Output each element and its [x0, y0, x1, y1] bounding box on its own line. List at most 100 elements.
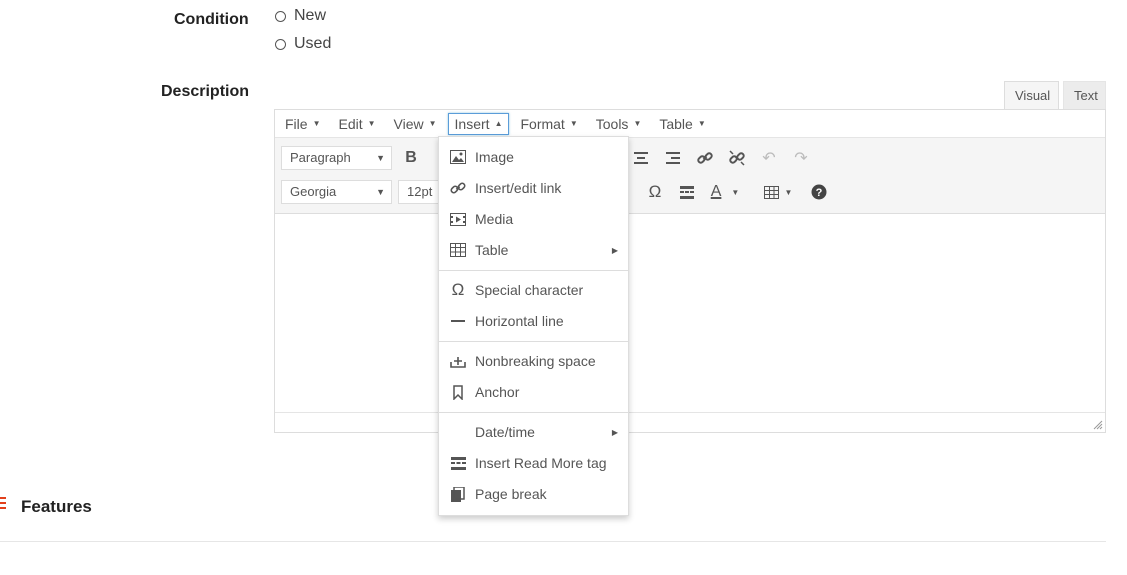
caret-down-icon: ▼	[312, 119, 321, 128]
bold-button[interactable]: B	[399, 146, 423, 170]
unlink-button[interactable]	[725, 146, 749, 170]
menu-tools[interactable]: Tools ▼	[589, 113, 649, 135]
unlink-icon	[729, 150, 745, 166]
caret-up-icon: ▲	[494, 119, 503, 128]
menu-item-label: Anchor	[475, 384, 520, 400]
menu-file-label: File	[285, 115, 308, 132]
help-icon: ?	[811, 184, 827, 200]
radio-button[interactable]	[275, 38, 286, 50]
bold-icon: B	[405, 149, 417, 166]
image-icon	[449, 148, 467, 166]
caret-down-icon: ▼	[569, 119, 578, 128]
radio-label-used: Used	[294, 35, 332, 52]
editor-toolbar: Paragraph ▼ B Georgia ▼ 12pt ↶ ↷ Ω A ▼ ▼…	[275, 138, 1105, 214]
submenu-arrow-icon: ▶	[611, 245, 618, 255]
menu-item-label: Insert Read More tag	[475, 455, 607, 471]
menu-item-date-time[interactable]: Date/time ▶	[439, 417, 628, 447]
special-char-button[interactable]: Ω	[643, 180, 667, 204]
menu-item-anchor[interactable]: Anchor	[439, 377, 628, 407]
page-break-icon	[449, 485, 467, 503]
menu-item-horizontal-line[interactable]: Horizontal line	[439, 306, 628, 336]
caret-down-icon: ▼	[376, 153, 385, 163]
caret-down-icon: ▼	[697, 119, 706, 128]
menu-separator	[439, 412, 628, 413]
submenu-arrow-icon: ▶	[611, 427, 618, 437]
menu-item-label: Table	[475, 242, 509, 258]
section-divider	[0, 541, 1106, 542]
align-right-icon	[666, 152, 680, 164]
description-label: Description	[161, 83, 250, 100]
editor-mode-tabs: Visual Text	[1004, 81, 1106, 109]
menu-item-label: Image	[475, 149, 514, 165]
font-size-select[interactable]: 12pt	[398, 180, 443, 204]
menu-item-insert-link[interactable]: Insert/edit link	[439, 173, 628, 203]
menu-item-nonbreaking-space[interactable]: Nonbreaking space	[439, 346, 628, 376]
align-center-button[interactable]	[629, 146, 653, 170]
svg-text:?: ?	[816, 187, 823, 199]
blank-icon	[449, 423, 467, 441]
menu-item-special-character[interactable]: Ω Special character	[439, 275, 628, 305]
rich-text-editor: File ▼ Edit ▼ View ▼ Insert ▲ Format ▼ Tools ▼…	[274, 109, 1106, 433]
radio-label-new: New	[294, 7, 327, 24]
link-icon	[697, 152, 713, 164]
menu-separator	[439, 270, 628, 271]
features-heading: Features	[21, 497, 92, 516]
menu-item-label: Insert/edit link	[475, 180, 562, 196]
menu-format-label: Format	[520, 115, 565, 132]
radio-button[interactable]	[275, 10, 286, 22]
omega-icon: Ω	[648, 182, 662, 201]
help-button[interactable]: ?	[807, 180, 831, 204]
menu-edit[interactable]: Edit ▼	[331, 113, 382, 135]
resize-handle-icon[interactable]	[1093, 420, 1103, 430]
media-icon	[449, 210, 467, 228]
menu-item-label: Media	[475, 211, 514, 227]
caret-down-icon: ▼	[731, 187, 740, 197]
text-color-button[interactable]: A ▼	[707, 180, 743, 204]
caret-down-icon: ▼	[376, 187, 385, 197]
menu-format[interactable]: Format ▼	[513, 113, 584, 135]
caret-down-icon: ▼	[428, 119, 437, 128]
radio-used[interactable]: Used	[275, 35, 331, 53]
bookmark-icon	[449, 383, 467, 401]
menu-edit-label: Edit	[338, 115, 363, 132]
menu-item-read-more[interactable]: Insert Read More tag	[439, 448, 628, 478]
block-format-value: Paragraph	[290, 150, 351, 165]
menu-view[interactable]: View ▼	[387, 113, 444, 135]
menu-item-media[interactable]: Media	[439, 204, 628, 234]
menu-item-image[interactable]: Image	[439, 142, 628, 172]
font-family-select[interactable]: Georgia ▼	[281, 180, 392, 204]
font-size-value: 12pt	[407, 184, 433, 199]
table-icon	[449, 241, 467, 259]
radio-new[interactable]: New	[275, 7, 326, 25]
menu-table-label: Table	[659, 115, 693, 132]
block-format-select[interactable]: Paragraph ▼	[281, 146, 392, 170]
align-right-button[interactable]	[661, 146, 685, 170]
editor-menubar: File ▼ Edit ▼ View ▼ Insert ▲ Format ▼ Tools ▼…	[275, 110, 1105, 138]
menu-table[interactable]: Table ▼	[652, 113, 712, 135]
menu-item-page-break[interactable]: Page break	[439, 479, 628, 509]
menu-insert[interactable]: Insert ▲	[447, 112, 510, 135]
omega-icon: Ω	[451, 280, 465, 299]
tab-text[interactable]: Text	[1063, 81, 1106, 109]
caret-down-icon: ▼	[784, 187, 793, 197]
editor-statusbar	[275, 412, 1105, 432]
redo-button[interactable]: ↷	[789, 146, 813, 170]
table-button[interactable]: ▼	[761, 180, 795, 204]
menu-insert-label: Insert	[454, 115, 490, 132]
link-button[interactable]	[693, 146, 717, 170]
read-more-button[interactable]	[675, 180, 699, 204]
caret-down-icon: ▼	[633, 119, 642, 128]
insert-dropdown-menu: Image Insert/edit link Media Table ▶ Ω S…	[438, 136, 629, 516]
features-list-icon	[0, 497, 6, 512]
nonbreaking-space-icon	[449, 352, 467, 370]
table-grid-icon	[763, 185, 779, 199]
horizontal-line-icon	[449, 312, 467, 330]
read-more-icon	[449, 454, 467, 472]
tab-visual[interactable]: Visual	[1004, 81, 1059, 109]
undo-button[interactable]: ↶	[757, 146, 781, 170]
menu-item-table[interactable]: Table ▶	[439, 235, 628, 265]
align-center-icon	[634, 152, 648, 164]
menu-separator	[439, 341, 628, 342]
menu-file[interactable]: File ▼	[278, 113, 327, 135]
menu-tools-label: Tools	[595, 115, 629, 132]
